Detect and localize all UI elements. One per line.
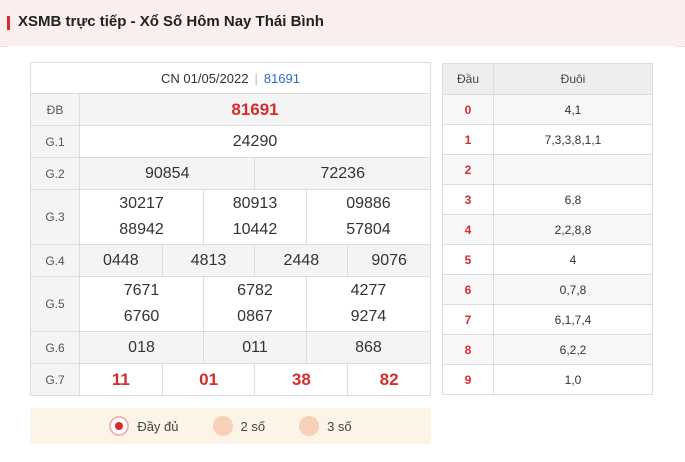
loto-tail: 7,3,3,8,1,1: [493, 124, 653, 155]
prize-g5-value: 4277: [350, 282, 387, 299]
loto-head: 2: [442, 154, 494, 185]
prize-g6-value: 018: [78, 331, 205, 364]
loto-tail: 6,2,2: [493, 334, 653, 365]
loto-tail: 1,0: [493, 364, 653, 395]
prize-g3-value: 57804: [346, 221, 391, 238]
loto-tail: 4: [493, 244, 653, 275]
results-table: CN 01/05/2022 | 81691 ĐB 81691 G.1 24290 G…: [30, 62, 432, 396]
loto-head: 6: [442, 274, 494, 305]
loto-tail: 6,1,7,4: [493, 304, 653, 335]
prize-g4-value: 9076: [347, 244, 431, 277]
radio-unselected-icon[interactable]: [212, 416, 233, 436]
prize-label-g7: G.7: [30, 363, 80, 396]
loto-tail-header: Đuôi: [493, 63, 653, 95]
prize-g3-value: 88942: [119, 221, 164, 238]
prize-g3-value: 30217: [119, 195, 164, 212]
draw-date: CN 01/05/2022: [161, 70, 249, 86]
digit-display-options: Đầy đủ 2 số 3 số: [30, 408, 431, 444]
loto-head-header: Đầu: [442, 63, 494, 95]
loto-tail: 4,1: [493, 94, 653, 125]
prize-g3-value: 09886: [346, 195, 391, 212]
radio-label: Đầy đủ: [137, 418, 179, 434]
loto-head: 7: [442, 304, 494, 335]
radio-2-digits[interactable]: 2 số: [212, 416, 266, 436]
prize-g4-value: 4813: [161, 244, 256, 277]
radio-selected-icon[interactable]: [109, 416, 130, 436]
radio-unselected-icon[interactable]: [299, 416, 320, 436]
loto-head: 1: [442, 124, 494, 155]
prize-g2-value: 90854: [78, 157, 256, 190]
prize-g6-value: 011: [203, 331, 307, 364]
prize-g5-value: 6760: [123, 308, 160, 325]
prize-g3-value: 10442: [232, 221, 278, 238]
radio-full[interactable]: Đầy đủ: [109, 416, 179, 436]
prize-label-g2: G.2: [30, 157, 80, 190]
radio-label: 2 số: [240, 418, 266, 434]
loto-tail: 6,8: [493, 184, 653, 215]
prize-g5-value: 0867: [237, 308, 273, 325]
prize-g2-value: 72236: [254, 157, 431, 190]
prize-g4-value: 0448: [79, 244, 163, 277]
loto-tail: [493, 154, 653, 185]
prize-g7-value: 82: [347, 363, 431, 396]
prize-g4-value: 2448: [254, 244, 349, 277]
loto-head: 9: [442, 364, 494, 395]
prize-g1-value: 24290: [79, 125, 431, 158]
loto-head: 4: [442, 214, 494, 245]
loto-head: 8: [442, 334, 494, 365]
prize-g5-value: 6782: [237, 282, 273, 299]
draw-code-link[interactable]: 81691: [264, 71, 300, 86]
prize-special-value: 81691: [79, 93, 431, 126]
radio-label: 3 số: [327, 418, 352, 434]
loto-tail: 2,2,8,8: [493, 214, 653, 245]
prize-g5-value: 7671: [123, 282, 160, 299]
prize-label-g4: G.4: [30, 244, 80, 277]
loto-head-tail-table: Đầu Đuôi 0 4,1 1 7,3,3,8,1,1 2 3 6,8 4 2,2,8…: [442, 63, 653, 395]
draw-date-row: CN 01/05/2022 | 81691: [30, 62, 431, 94]
radio-3-digits[interactable]: 3 số: [299, 416, 352, 436]
loto-head: 5: [442, 244, 494, 275]
prize-label-db: ĐB: [30, 93, 80, 126]
prize-label-g6: G.6: [30, 331, 80, 364]
loto-tail: 0,7,8: [493, 274, 653, 305]
header-accent-bar: [7, 16, 10, 30]
prize-g3-value: 80913: [232, 195, 278, 212]
page-title: XSMB trực tiếp - Xổ Số Hôm Nay Thái Bình: [18, 13, 324, 30]
prize-g7-value: 38: [254, 363, 349, 396]
prize-g5-value: 9274: [350, 308, 387, 325]
prize-label-g1: G.1: [30, 125, 80, 158]
prize-label-g5: G.5: [30, 276, 80, 332]
prize-g6-value: 868: [305, 331, 432, 364]
loto-head: 3: [442, 184, 494, 215]
prize-label-g3: G.3: [30, 189, 80, 245]
prize-g7-value: 01: [161, 363, 256, 396]
loto-head: 0: [442, 94, 494, 125]
page-header: XSMB trực tiếp - Xổ Số Hôm Nay Thái Bình: [0, 0, 685, 47]
prize-g7-value: 11: [79, 363, 163, 396]
